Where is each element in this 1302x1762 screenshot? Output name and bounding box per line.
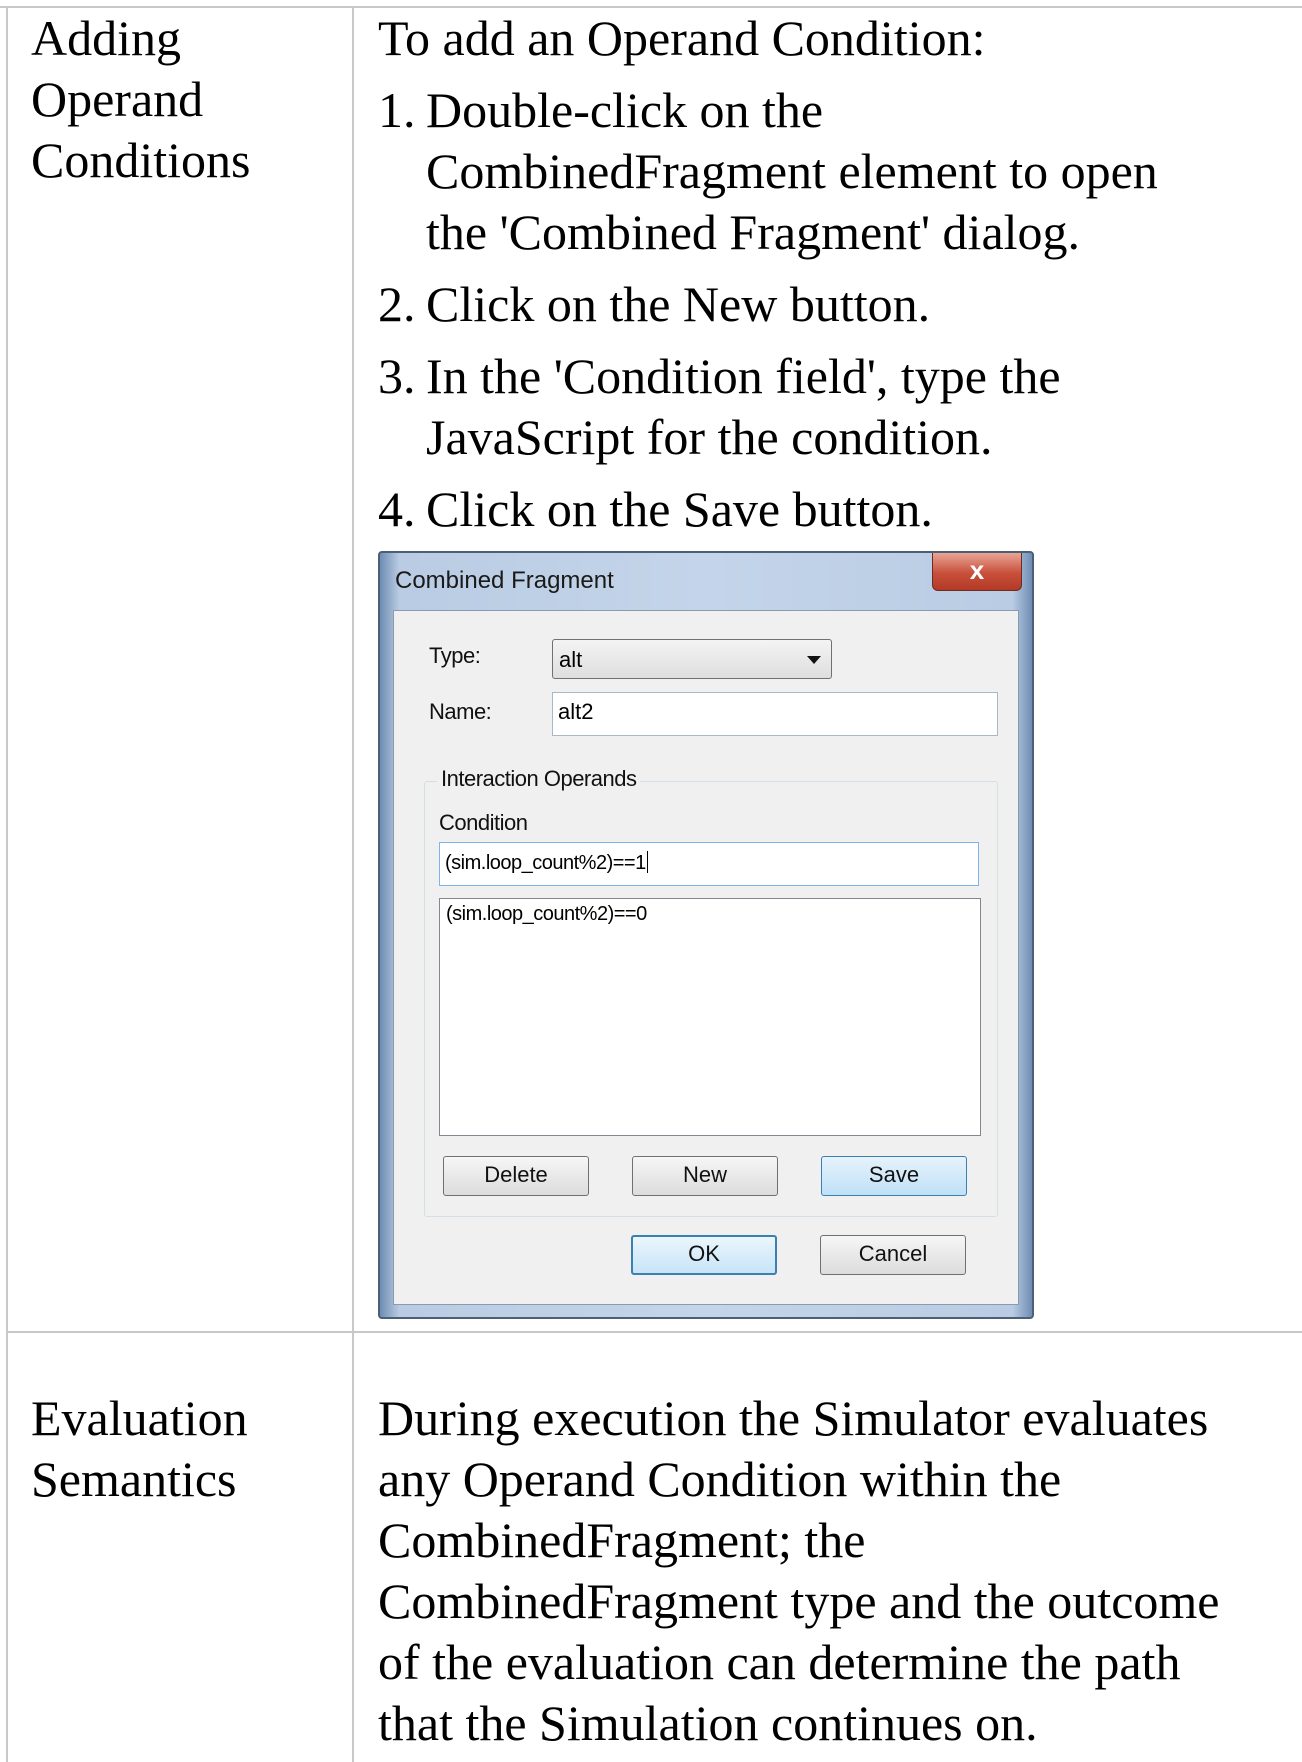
body-line: CombinedFragment type and the outcome (378, 1573, 1220, 1629)
operands-list[interactable]: (sim.loop_count%2)==0 (439, 898, 981, 1136)
name-input-value: alt2 (558, 699, 594, 724)
condition-input[interactable]: (sim.loop_count%2)==1 (439, 842, 979, 886)
name-input[interactable]: alt2 (552, 692, 998, 736)
label-line: Conditions (31, 132, 251, 188)
type-label: Type: (429, 643, 481, 668)
table-left-border (6, 6, 8, 1762)
row-divider (6, 1331, 1302, 1333)
step-3: 3. In the 'Condition field', type the (378, 346, 1061, 407)
label-line: Adding (31, 10, 181, 66)
intro-text: To add an Operand Condition: (378, 10, 986, 66)
new-button[interactable]: New (632, 1156, 778, 1196)
type-select-value: alt (559, 647, 583, 672)
list-item[interactable]: (sim.loop_count%2)==0 (446, 903, 647, 926)
ok-button[interactable]: OK (631, 1235, 777, 1275)
body-line: During execution the Simulator evaluates (378, 1390, 1209, 1446)
group-label: Interaction Operands (437, 766, 641, 792)
step-number: 1. (378, 82, 416, 138)
step-3-continued: JavaScript for the condition. (426, 409, 993, 465)
interaction-operands-group: Interaction Operands Condition (sim.loop… (424, 766, 998, 1217)
dialog-title: Combined Fragment (395, 567, 614, 594)
step-1: 1. Double-click on the (378, 80, 823, 141)
name-label: Name: (429, 699, 492, 724)
condition-input-value: (sim.loop_count%2)==1 (445, 851, 648, 874)
condition-label: Condition (439, 810, 528, 835)
step-1-continued: CombinedFragment element to open (426, 143, 1158, 199)
body-line: CombinedFragment; the (378, 1512, 866, 1568)
step-text: In the 'Condition field', type the (426, 348, 1061, 404)
type-select[interactable]: alt (552, 639, 832, 679)
chevron-down-icon (807, 656, 821, 664)
step-1-continued: the 'Combined Fragment' dialog. (426, 204, 1081, 260)
step-number: 4. (378, 481, 416, 537)
body-line: that the Simulation continues on. (378, 1695, 1038, 1751)
column-divider (352, 6, 354, 1762)
step-4: 4. Click on the Save button. (378, 479, 933, 540)
close-button[interactable]: x (932, 553, 1022, 591)
save-button[interactable]: Save (821, 1156, 967, 1196)
label-line: Semantics (31, 1451, 237, 1507)
dialog-client-area: Type: alt Name: alt2 Interaction Operand… (393, 610, 1019, 1305)
label-line: Operand (31, 71, 204, 127)
body-line: any Operand Condition within the (378, 1451, 1062, 1507)
step-2: 2. Click on the New button. (378, 274, 930, 335)
step-text: Double-click on the (426, 82, 824, 138)
combined-fragment-dialog: Combined Fragment x Type: alt Name: alt2… (378, 551, 1034, 1319)
cancel-button[interactable]: Cancel (820, 1235, 966, 1275)
label-line: Evaluation (31, 1390, 248, 1446)
step-text: Click on the New button. (426, 276, 931, 332)
step-text: Click on the Save button. (426, 481, 933, 537)
body-line: of the evaluation can determine the path (378, 1634, 1181, 1690)
delete-button[interactable]: Delete (443, 1156, 589, 1196)
step-number: 2. (378, 276, 416, 332)
step-number: 3. (378, 348, 416, 404)
